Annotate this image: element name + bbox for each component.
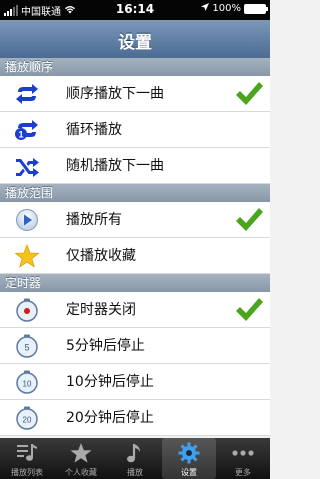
tab-play[interactable]: 播放 [108,438,162,479]
checkmark-icon [236,82,263,105]
option-timer-off[interactable]: 定时器关闭 [0,292,270,328]
option-shuffle[interactable]: 随机播放下一曲 [0,148,270,184]
tab-bar: 播放列表 个人收藏 播放 设置 更多 [0,438,270,479]
timer-badge: 5 [24,343,29,353]
tab-more[interactable]: 更多 [216,438,270,479]
section-header-timer: 定时器 [0,274,270,292]
option-label: 10分钟后停止 [66,374,154,390]
star-icon [14,244,40,268]
option-play-favorites[interactable]: 仅播放收藏 [0,238,270,274]
tab-playlist[interactable]: 播放列表 [0,438,54,479]
option-label: 20分钟后停止 [66,410,154,426]
option-label: 5分钟后停止 [66,338,145,354]
star-icon [70,443,92,463]
tab-settings[interactable]: 设置 [162,438,216,479]
tab-label: 设置 [181,468,197,477]
option-label: 播放所有 [66,212,122,228]
navigation-bar: 设置 [0,20,270,59]
option-label: 顺序播放下一曲 [66,86,164,102]
timer-off-icon [16,298,38,322]
option-sequential[interactable]: 顺序播放下一曲 [0,76,270,112]
section-header-play-range: 播放范围 [0,184,270,202]
option-label: 循环播放 [66,122,122,138]
status-bar: 中国联通 16:14 100% [0,0,270,20]
timer-icon: 10 [16,370,38,394]
timer-icon: 20 [16,406,38,430]
tab-favorites[interactable]: 个人收藏 [54,438,108,479]
option-timer-5[interactable]: 5 5分钟后停止 [0,328,270,364]
checkmark-icon [236,208,263,231]
timer-icon: 5 [16,334,38,358]
tab-label: 更多 [235,468,251,477]
location-icon [201,3,210,14]
option-loop[interactable]: 1 循环播放 [0,112,270,148]
battery-icon [244,3,268,14]
timer-badge: 20 [23,416,32,425]
option-timer-10[interactable]: 10 10分钟后停止 [0,364,270,400]
shuffle-icon [16,158,39,177]
option-play-all[interactable]: 播放所有 [0,202,270,238]
music-note-icon [127,444,140,463]
more-icon [232,450,254,456]
option-label: 仅播放收藏 [66,248,136,264]
checkmark-icon [236,298,263,321]
tab-label: 播放列表 [11,468,43,477]
svg-text:1: 1 [18,130,23,140]
repeat-icon [16,84,38,104]
option-label: 随机播放下一曲 [66,158,164,174]
tab-label: 个人收藏 [65,468,97,477]
tab-label: 播放 [127,468,143,477]
section-header-play-order: 播放顺序 [0,58,270,76]
page-title: 设置 [118,33,152,53]
option-timer-20[interactable]: 20 20分钟后停止 [0,400,270,436]
play-icon [16,209,38,231]
timer-badge: 10 [23,380,32,389]
gear-icon [178,442,200,464]
playlist-icon [17,444,37,461]
battery-percent: 100% [212,3,241,14]
repeat-one-icon: 1 [15,120,38,140]
option-label: 定时器关闭 [66,302,136,318]
